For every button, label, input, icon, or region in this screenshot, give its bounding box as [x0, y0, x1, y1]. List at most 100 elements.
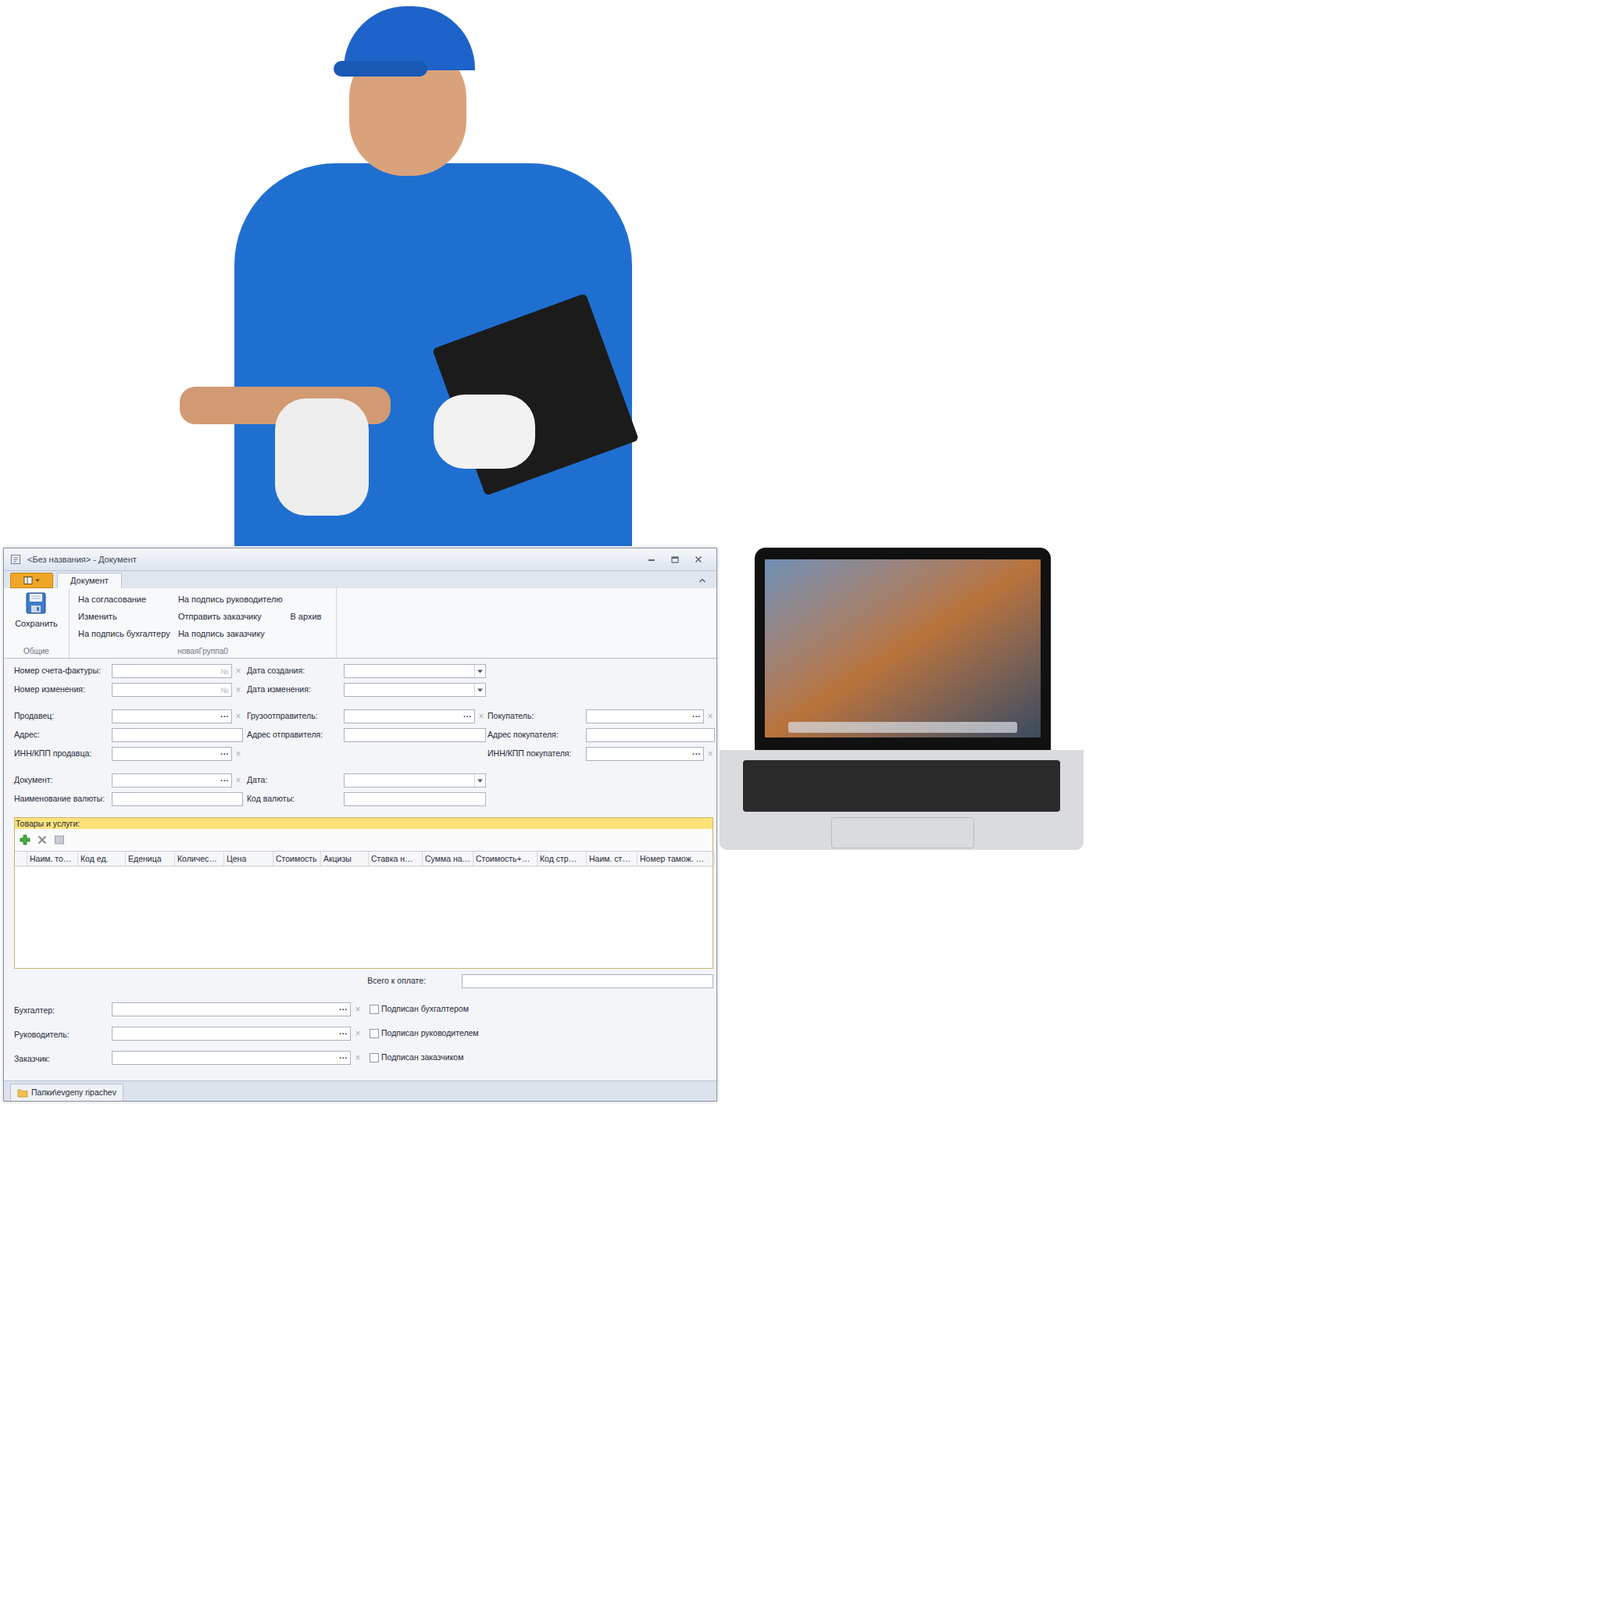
clear-button[interactable]: ×	[233, 709, 243, 724]
signed-checkbox[interactable]: Подписан бухгалтером	[369, 1003, 469, 1016]
clear-button[interactable]: ×	[233, 664, 243, 679]
text-input[interactable]	[111, 728, 243, 743]
window-title: <Без названия> - Документ	[27, 553, 137, 567]
column-header[interactable]: Номер тамож. …	[637, 851, 715, 866]
browse-button[interactable]: ···	[336, 1005, 350, 1014]
column-header[interactable]: Наим. ст…	[586, 851, 638, 866]
column-header[interactable]: Акцизы	[321, 851, 369, 866]
field-label: Номер изменения:	[14, 683, 86, 697]
folder-tab[interactable]: Папки\evgeny ripachev	[10, 1083, 124, 1101]
text-input[interactable]: ···	[343, 709, 475, 724]
number-button[interactable]: №	[217, 665, 232, 678]
ribbon-action-button[interactable]: Отправить заказчику	[178, 608, 291, 626]
delete-icon[interactable]	[36, 834, 48, 846]
ribbon-action-button[interactable]: На подпись заказчику	[178, 625, 291, 643]
column-header[interactable]	[14, 851, 28, 866]
text-input[interactable]: ···	[111, 773, 233, 788]
left-glove	[275, 398, 369, 516]
text-input[interactable]	[343, 728, 486, 743]
text-input[interactable]	[343, 773, 486, 788]
column-header[interactable]: Наим. то…	[27, 851, 79, 866]
browse-button[interactable]: ···	[336, 1053, 350, 1062]
field-label: Дата:	[246, 774, 268, 787]
laptop-screen	[764, 559, 1041, 738]
close-icon[interactable]	[686, 553, 711, 566]
text-input[interactable]	[343, 792, 486, 807]
ribbon-action-button[interactable]: На согласование	[78, 591, 179, 609]
form-field	[111, 792, 243, 807]
signer-row: Бухгалтер:···×Подписан бухгалтером	[14, 1000, 717, 1019]
ribbon-action-button[interactable]: На подпись бухгалтеру	[78, 625, 179, 643]
clear-button[interactable]: ×	[233, 682, 243, 697]
field-group: Документ:···×Дата:Наименование валюты:Ко…	[14, 771, 714, 809]
column-header[interactable]: Цена	[224, 851, 274, 866]
column-header[interactable]: Количес…	[175, 851, 225, 866]
column-header[interactable]: Стоимость	[273, 851, 322, 866]
clear-button[interactable]: ×	[705, 746, 715, 761]
text-input[interactable]	[111, 792, 243, 807]
browse-button[interactable]: ···	[217, 712, 232, 721]
text-input[interactable]: ···	[111, 1026, 351, 1041]
field-label: Номер счета-фактуры:	[14, 664, 101, 678]
clear-button[interactable]: ×	[352, 1026, 364, 1041]
app-menu-button[interactable]	[10, 572, 54, 589]
browse-button[interactable]: ···	[460, 712, 475, 721]
column-header[interactable]: Ставка н…	[368, 851, 423, 866]
clear-button[interactable]: ×	[233, 746, 243, 761]
checkbox-box[interactable]	[369, 1028, 379, 1039]
text-input[interactable]	[343, 682, 486, 697]
save-button[interactable]: Сохранить	[11, 591, 61, 631]
browse-button[interactable]: ···	[217, 750, 232, 758]
text-input[interactable]	[343, 664, 486, 679]
browse-button[interactable]: ···	[689, 712, 704, 721]
form-field	[343, 728, 486, 743]
total-input[interactable]	[461, 974, 714, 989]
field-label: Адрес:	[14, 728, 40, 742]
ribbon-action-button[interactable]: В архив	[289, 608, 336, 626]
dropdown-arrow-icon[interactable]	[474, 664, 486, 678]
ribbon-tab[interactable]: Документ	[57, 572, 122, 589]
column-header[interactable]: Код ед.	[78, 851, 126, 866]
ribbon-action-button[interactable]: На подпись руководителю	[178, 591, 291, 609]
column-header[interactable]: Стоимость+…	[473, 851, 538, 866]
text-input[interactable]: ···	[585, 746, 704, 761]
text-input[interactable]: №	[111, 664, 233, 679]
dropdown-arrow-icon[interactable]	[474, 683, 486, 697]
number-button[interactable]: №	[217, 684, 232, 697]
text-input[interactable]: №	[111, 682, 233, 697]
checkbox-box[interactable]	[369, 1053, 379, 1063]
column-header[interactable]: Код стр…	[537, 851, 587, 866]
clear-button[interactable]: ×	[352, 1050, 364, 1065]
signed-checkbox[interactable]: Подписан руководителем	[369, 1027, 479, 1040]
edit-icon[interactable]	[53, 834, 65, 846]
signed-checkbox[interactable]: Подписан заказчиком	[369, 1051, 464, 1065]
laptop-trackpad	[831, 817, 975, 849]
field-label: Дата изменения:	[246, 683, 311, 697]
clear-button[interactable]: ×	[233, 773, 243, 788]
field-label: Наименование валюты:	[14, 792, 105, 806]
checkbox-box[interactable]	[369, 1004, 379, 1015]
form-field	[343, 773, 486, 788]
column-header[interactable]: Сумма на…	[422, 851, 474, 866]
text-input[interactable]: ···	[111, 1050, 351, 1065]
browse-button[interactable]: ···	[689, 750, 704, 758]
minimize-icon[interactable]	[639, 553, 664, 566]
clear-button[interactable]: ×	[705, 709, 715, 724]
dropdown-arrow-icon[interactable]	[474, 774, 486, 787]
add-icon[interactable]	[19, 834, 31, 846]
text-input[interactable]: ···	[585, 709, 704, 724]
text-input[interactable]: ···	[111, 1002, 351, 1017]
ribbon-action-button[interactable]: Изменить	[78, 608, 179, 626]
browse-button[interactable]: ···	[336, 1029, 350, 1038]
browse-button[interactable]: ···	[217, 776, 232, 785]
text-input[interactable]: ···	[111, 746, 233, 761]
text-input[interactable]	[585, 728, 715, 743]
panel-icon	[23, 575, 33, 586]
restore-icon[interactable]	[663, 553, 687, 566]
ribbon-tab-bar: Документ	[3, 571, 717, 589]
clear-button[interactable]: ×	[352, 1002, 364, 1017]
collapse-ribbon-icon[interactable]	[694, 572, 711, 589]
column-header[interactable]: Еденица	[125, 851, 175, 866]
text-input[interactable]: ···	[111, 709, 233, 724]
clear-button[interactable]: ×	[476, 709, 486, 724]
